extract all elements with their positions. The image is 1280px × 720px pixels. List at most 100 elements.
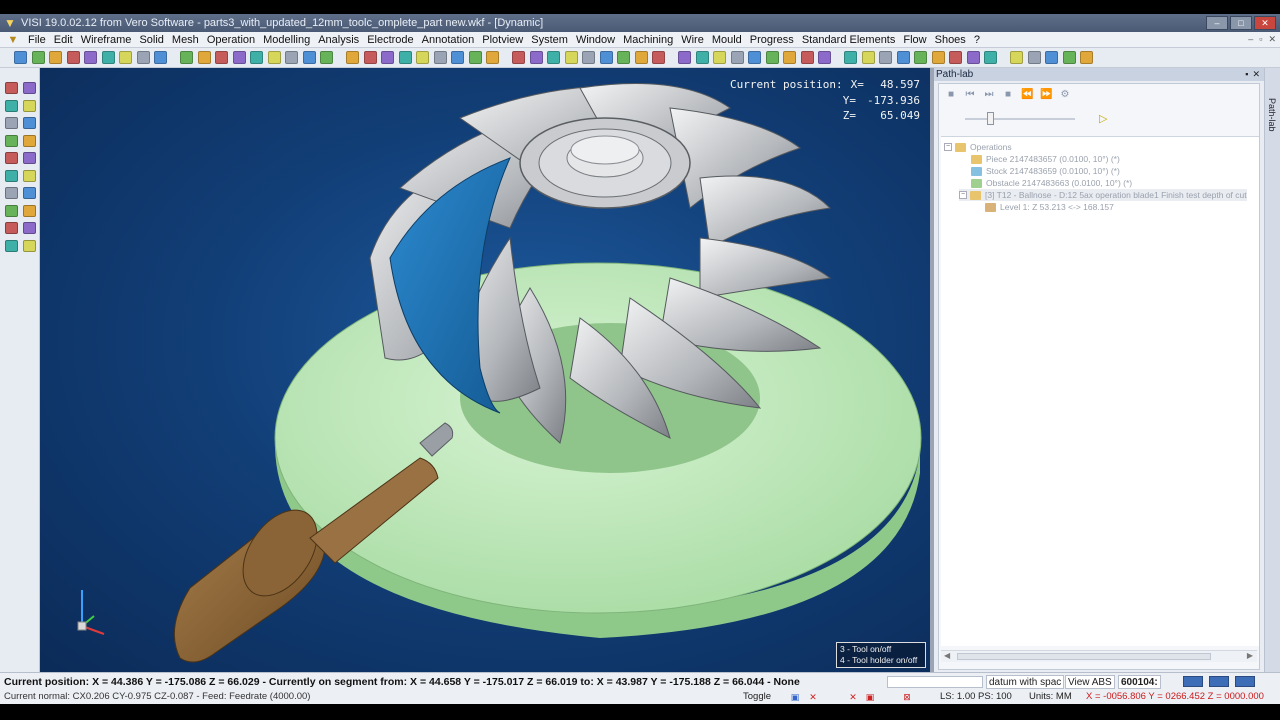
modelling-tool-icon[interactable] bbox=[5, 222, 18, 234]
menu-machining[interactable]: Machining bbox=[619, 32, 677, 48]
cancel-x-icon[interactable]: ✕ bbox=[848, 692, 858, 702]
scrollbar-thumb[interactable] bbox=[957, 653, 1211, 660]
toolbar-tool-icon[interactable] bbox=[783, 51, 796, 64]
toolbar-tool-icon[interactable] bbox=[14, 51, 27, 64]
modelling-tool-icon[interactable] bbox=[5, 117, 18, 129]
view-mode-3-icon[interactable] bbox=[1235, 676, 1255, 687]
menu-window[interactable]: Window bbox=[572, 32, 619, 48]
impeller-scene[interactable] bbox=[40, 68, 930, 672]
toolbar-tool-icon[interactable] bbox=[267, 51, 281, 64]
menu-edit[interactable]: Edit bbox=[50, 32, 77, 48]
collapse-icon[interactable]: − bbox=[944, 143, 952, 151]
toolbar-tool-icon[interactable] bbox=[582, 51, 595, 64]
view-mode-2-icon[interactable] bbox=[1209, 676, 1229, 687]
toolbar-tool-icon[interactable] bbox=[119, 51, 132, 64]
filter-icon[interactable]: ▣ bbox=[865, 692, 875, 702]
toolbar-tool-icon[interactable] bbox=[398, 51, 412, 64]
modelling-tool-icon[interactable] bbox=[5, 99, 18, 112]
toolbar-tool-icon[interactable] bbox=[180, 51, 193, 64]
menu-shoes[interactable]: Shoes bbox=[931, 32, 970, 48]
menu-wireframe[interactable]: Wireframe bbox=[77, 32, 136, 48]
menu-annotation[interactable]: Annotation bbox=[418, 32, 479, 48]
toolbar-tool-icon[interactable] bbox=[896, 51, 910, 64]
toolbar-tool-icon[interactable] bbox=[154, 51, 167, 64]
view-mode-1-icon[interactable] bbox=[1183, 676, 1203, 687]
toolbar-tool-icon[interactable] bbox=[931, 51, 945, 64]
modelling-tool-icon[interactable] bbox=[23, 187, 36, 199]
doc-close-icon[interactable]: ✕ bbox=[1268, 34, 1276, 45]
delete-icon[interactable]: ⊠ bbox=[902, 692, 912, 702]
menu-operation[interactable]: Operation bbox=[203, 32, 259, 48]
scroll-right-icon[interactable]: ▶ bbox=[1247, 651, 1253, 660]
close-button[interactable]: ✕ bbox=[1254, 16, 1276, 30]
toolbar-tool-icon[interactable] bbox=[730, 51, 744, 64]
tree-horizontal-scrollbar[interactable]: ◀ ▶ bbox=[941, 650, 1257, 662]
toolbar-tool-icon[interactable] bbox=[879, 51, 892, 64]
stop-icon[interactable]: ■ bbox=[945, 89, 957, 101]
toolbar-tool-icon[interactable] bbox=[101, 51, 115, 64]
modelling-tool-icon[interactable] bbox=[5, 82, 18, 94]
toolbar-tool-icon[interactable] bbox=[285, 51, 298, 64]
options-icon[interactable]: ⚙ bbox=[1059, 89, 1071, 101]
tree-item-piece[interactable]: Piece 2147483657 (0.0100, 10°) (*) bbox=[971, 153, 1120, 165]
modelling-tool-icon[interactable] bbox=[5, 187, 18, 199]
toolbar-tool-icon[interactable] bbox=[1027, 51, 1041, 64]
toolbar-tool-icon[interactable] bbox=[232, 51, 246, 64]
toolbar-tool-icon[interactable] bbox=[695, 51, 709, 64]
play-icon[interactable]: ▷ bbox=[1099, 112, 1107, 125]
snap-icon[interactable]: ▣ bbox=[790, 692, 800, 702]
toolbar-tool-icon[interactable] bbox=[529, 51, 543, 64]
modelling-tool-icon[interactable] bbox=[23, 239, 36, 252]
toolbar-tool-icon[interactable] bbox=[966, 51, 980, 64]
toolbar-tool-icon[interactable] bbox=[818, 51, 831, 64]
toolbar-tool-icon[interactable] bbox=[748, 51, 761, 64]
collapse-icon[interactable]: − bbox=[959, 191, 967, 199]
menu-modelling[interactable]: Modelling bbox=[259, 32, 314, 48]
menu-analysis[interactable]: Analysis bbox=[314, 32, 363, 48]
menu-wire[interactable]: Wire bbox=[677, 32, 708, 48]
modelling-tool-icon[interactable] bbox=[23, 169, 36, 182]
toolbar-tool-icon[interactable] bbox=[433, 51, 447, 64]
cancel-x-icon[interactable]: ✕ bbox=[808, 692, 818, 702]
toggle-label[interactable]: Toggle bbox=[743, 691, 771, 703]
maximize-button[interactable]: □ bbox=[1230, 16, 1252, 30]
toolbar-tool-icon[interactable] bbox=[617, 51, 630, 64]
fast-forward-icon[interactable]: ⏩ bbox=[1040, 89, 1052, 101]
modelling-tool-icon[interactable] bbox=[23, 82, 36, 94]
toolbar-tool-icon[interactable] bbox=[215, 51, 228, 64]
modelling-tool-icon[interactable] bbox=[23, 222, 36, 234]
menu-flow[interactable]: Flow bbox=[899, 32, 930, 48]
toolbar-tool-icon[interactable] bbox=[416, 51, 429, 64]
modelling-tool-icon[interactable] bbox=[23, 134, 36, 147]
toolbar-tool-icon[interactable] bbox=[49, 51, 62, 64]
toolbar-tool-icon[interactable] bbox=[486, 51, 499, 64]
pin-icon[interactable]: ▪ bbox=[1245, 68, 1248, 81]
toolbar-tool-icon[interactable] bbox=[984, 51, 997, 64]
tree-item-tool-operation[interactable]: − [3] T12 - Ballnose - D:12 5ax operatio… bbox=[959, 189, 1247, 201]
menu-progress[interactable]: Progress bbox=[746, 32, 798, 48]
3d-viewport[interactable]: Current position: X= 48.597 Y= -173.936 … bbox=[40, 68, 930, 672]
modelling-tool-icon[interactable] bbox=[5, 204, 18, 217]
modelling-tool-icon[interactable] bbox=[5, 239, 18, 252]
toolbar-tool-icon[interactable] bbox=[468, 51, 482, 64]
toolbar-tool-icon[interactable] bbox=[363, 51, 377, 64]
path-lab-side-tab[interactable]: Path-lab bbox=[1267, 98, 1277, 132]
view-field[interactable]: View ABS bbox=[1065, 675, 1115, 689]
toolbar-tool-icon[interactable] bbox=[914, 51, 927, 64]
minimize-button[interactable]: – bbox=[1206, 16, 1228, 30]
menu-file[interactable]: File bbox=[24, 32, 50, 48]
panel-close-icon[interactable]: ✕ bbox=[1252, 68, 1260, 81]
toolbar-tool-icon[interactable] bbox=[197, 51, 211, 64]
toolbar-tool-icon[interactable] bbox=[599, 51, 613, 64]
rewind-icon[interactable]: ⏪ bbox=[1021, 89, 1033, 101]
menu-mould[interactable]: Mould bbox=[708, 32, 746, 48]
toolbar-tool-icon[interactable] bbox=[564, 51, 578, 64]
tree-item-operations[interactable]: − Operations bbox=[944, 141, 1012, 153]
toolbar-tool-icon[interactable] bbox=[844, 51, 857, 64]
modelling-tool-icon[interactable] bbox=[5, 169, 18, 182]
tree-item-obstacle[interactable]: Obstacle 2147483663 (0.0100, 10°) (*) bbox=[971, 177, 1132, 189]
pause-icon[interactable]: ■ bbox=[1002, 89, 1014, 101]
toolbar-tool-icon[interactable] bbox=[678, 51, 691, 64]
modelling-tool-icon[interactable] bbox=[5, 152, 18, 164]
modelling-tool-icon[interactable] bbox=[23, 99, 36, 112]
